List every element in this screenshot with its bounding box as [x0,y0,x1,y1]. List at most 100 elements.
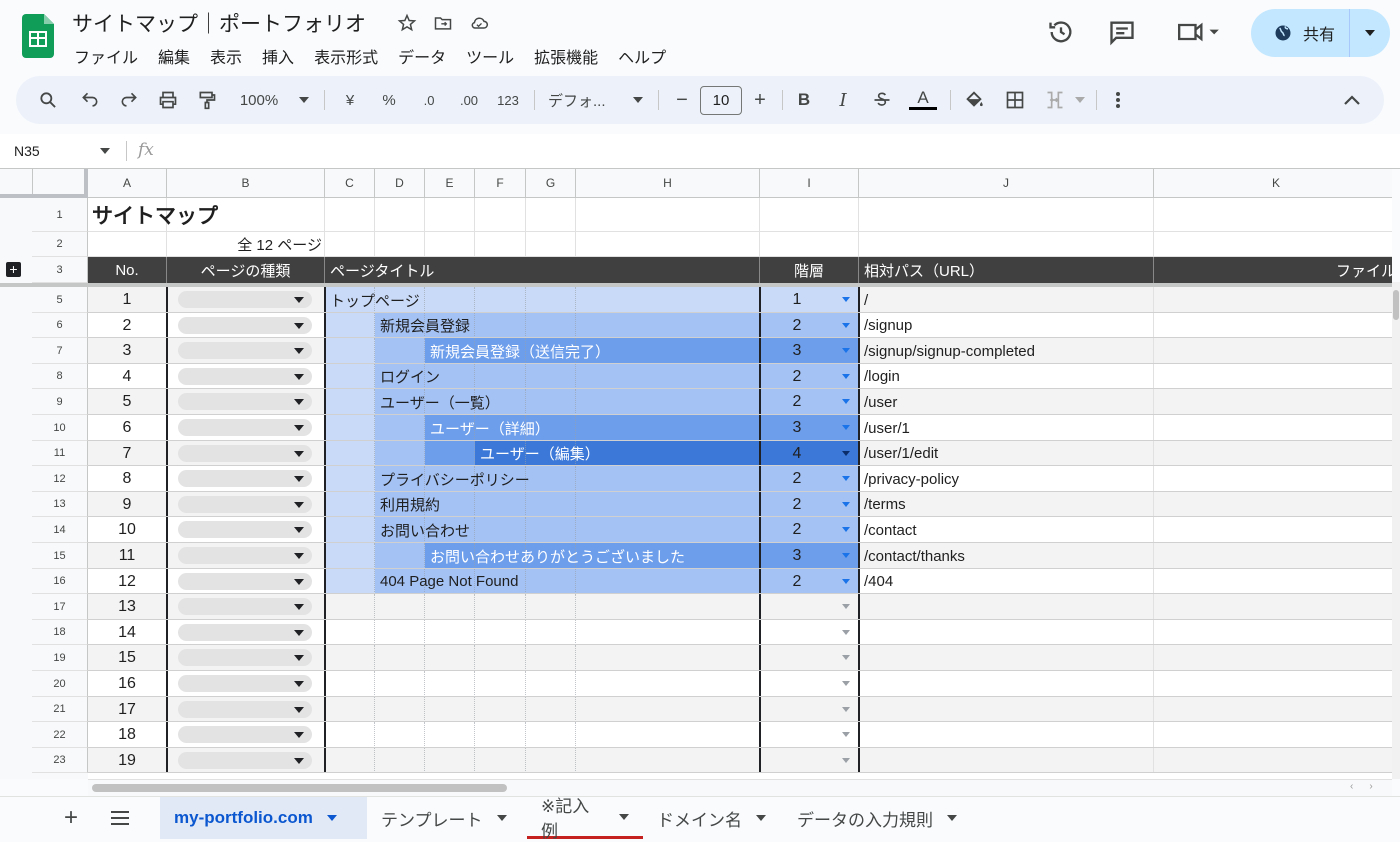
merge-dropdown-icon[interactable] [1072,76,1088,124]
page-type-dropdown[interactable] [178,624,312,641]
cell-page-title[interactable]: ユーザー（一覧） [380,389,500,415]
row-header-19[interactable]: 19 [32,645,88,671]
column-header-a[interactable]: A [88,169,167,198]
cell-page-title[interactable]: プライバシーポリシー [380,466,530,492]
row-header-3[interactable]: 3 [32,257,88,283]
row-header-14[interactable]: 14 [32,517,88,543]
column-header-h[interactable]: H [576,169,760,198]
cell-path[interactable]: /user [864,389,897,415]
share-dropdown-icon[interactable] [1350,30,1390,36]
page-type-dropdown-icon[interactable] [294,451,304,457]
level-dropdown-icon[interactable] [842,655,850,660]
horizontal-scroll-thumb[interactable] [92,784,507,792]
cell-level[interactable]: 3 [760,338,834,364]
level-dropdown-icon[interactable] [842,758,850,763]
font-size-input[interactable]: 10 [700,86,742,115]
cell-page-title[interactable]: ユーザー（編集） [480,441,600,466]
level-dropdown-icon[interactable] [842,323,850,328]
cell-no[interactable]: 1 [88,287,166,313]
borders-icon[interactable] [1001,76,1029,124]
cell-level[interactable]: 2 [760,389,834,415]
cell-path[interactable]: /signup/signup-completed [864,338,1035,364]
cell-no[interactable]: 9 [88,492,166,517]
row-header-15[interactable]: 15 [32,543,88,569]
page-type-dropdown[interactable] [178,419,312,436]
page-type-dropdown-icon[interactable] [294,502,304,508]
column-header-f[interactable]: F [475,169,526,198]
level-dropdown-icon[interactable] [842,732,850,737]
cell-path[interactable]: /404 [864,569,893,594]
page-type-dropdown[interactable] [178,291,312,308]
page-type-dropdown-icon[interactable] [294,604,304,610]
merge-cells-icon[interactable] [1040,76,1070,124]
page-type-dropdown-icon[interactable] [294,399,304,405]
cell-level[interactable]: 2 [760,313,834,338]
level-dropdown-icon[interactable] [842,527,850,532]
cell-path[interactable]: /terms [864,492,906,517]
row-header-12[interactable]: 12 [32,466,88,492]
cell-no[interactable]: 7 [88,441,166,466]
page-type-dropdown-icon[interactable] [294,579,304,585]
search-icon[interactable] [34,76,62,124]
version-history-icon[interactable] [1047,18,1075,46]
zoom-select[interactable]: 100% [234,76,284,124]
row-header-2[interactable]: 2 [32,232,88,257]
page-type-dropdown[interactable] [178,496,312,513]
font-family-dropdown-icon[interactable] [630,76,646,124]
bold-button[interactable]: B [792,76,816,124]
cell-page-title[interactable]: 新規会員登録 [380,313,470,338]
zoom-dropdown-icon[interactable] [296,76,312,124]
menu-tools[interactable]: ツール [456,42,524,70]
column-header-d[interactable]: D [375,169,425,198]
cell-no[interactable]: 19 [88,748,166,773]
page-type-dropdown[interactable] [178,675,312,692]
name-box-dropdown-icon[interactable] [100,148,110,154]
menu-view[interactable]: 表示 [200,42,252,70]
add-sheet-icon[interactable]: + [58,804,84,831]
level-dropdown-icon[interactable] [842,502,850,507]
row-header-17[interactable]: 17 [32,594,88,620]
page-type-dropdown-icon[interactable] [294,323,304,329]
column-header-k[interactable]: K [1154,169,1392,198]
page-type-dropdown-icon[interactable] [294,732,304,738]
cell-level[interactable]: 2 [760,517,834,543]
page-type-dropdown-icon[interactable] [294,297,304,303]
page-type-dropdown[interactable] [178,317,312,334]
tab-template[interactable]: テンプレート [367,797,527,839]
page-type-dropdown[interactable] [178,752,312,769]
row-header-22[interactable]: 22 [32,722,88,748]
page-type-dropdown[interactable] [178,393,312,410]
cell-page-title[interactable]: トップページ [330,287,420,313]
row-header-9[interactable]: 9 [32,389,88,415]
cell-no[interactable]: 4 [88,364,166,389]
level-dropdown-icon[interactable] [842,553,850,558]
cell-path[interactable]: /signup [864,313,912,338]
cell-level[interactable]: 1 [760,287,834,313]
sheets-logo-icon[interactable] [22,14,54,58]
cell-no[interactable]: 15 [88,645,166,671]
page-type-dropdown-icon[interactable] [294,630,304,636]
page-type-dropdown[interactable] [178,573,312,590]
cell-path[interactable]: /user/1 [864,415,910,441]
formula-input[interactable] [170,136,1390,166]
cell-no[interactable]: 18 [88,722,166,748]
row-header-18[interactable]: 18 [32,620,88,645]
cell-page-title[interactable]: 404 Page Not Found [380,569,518,594]
level-dropdown-icon[interactable] [842,374,850,379]
page-type-dropdown[interactable] [178,726,312,743]
menu-file[interactable]: ファイル [64,42,148,70]
cell-path[interactable]: /contact [864,517,917,543]
expand-group-icon[interactable]: + [6,262,21,277]
page-type-dropdown[interactable] [178,368,312,385]
level-dropdown-icon[interactable] [842,425,850,430]
scroll-arrows[interactable]: ‹ › [1350,781,1390,793]
comments-icon[interactable] [1108,18,1136,46]
cell-no[interactable]: 2 [88,313,166,338]
cell-level[interactable]: 3 [760,415,834,441]
strikethrough-icon[interactable] [870,76,894,124]
page-type-dropdown[interactable] [178,470,312,487]
row-header-11[interactable]: 11 [32,441,88,466]
print-icon[interactable] [154,76,182,124]
level-dropdown-icon[interactable] [842,297,850,302]
row-header-21[interactable]: 21 [32,697,88,722]
